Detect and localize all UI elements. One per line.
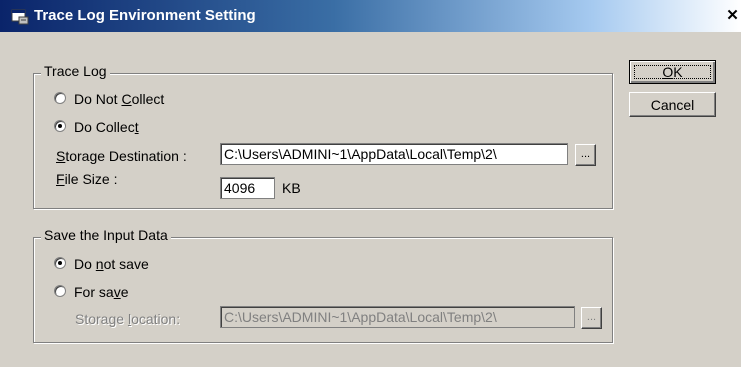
file-size-unit: KB xyxy=(282,180,301,196)
file-size-label: File Size : xyxy=(56,171,118,187)
radio-unchecked-icon xyxy=(54,285,66,297)
app-window-icon xyxy=(11,9,29,25)
save-input-legend: Save the Input Data xyxy=(41,227,171,243)
storage-location-browse-button: ... xyxy=(581,307,602,329)
do-not-save-label: Do not save xyxy=(74,256,149,272)
cancel-button[interactable]: Cancel xyxy=(629,92,716,117)
window-title: Trace Log Environment Setting xyxy=(34,7,256,24)
trace-log-legend: Trace Log xyxy=(41,63,110,79)
storage-destination-input[interactable]: C:\Users\ADMINI~1\AppData\Local\Temp\2\ xyxy=(220,143,568,165)
storage-location-label: Storage location: xyxy=(75,311,181,327)
cancel-label: Cancel xyxy=(650,97,695,113)
ok-label: OK xyxy=(662,64,683,80)
do-not-collect-label: Do Not Collect xyxy=(74,91,165,107)
dialog-window: Trace Log Environment Setting ✕ Trace Lo… xyxy=(0,0,741,367)
ok-button[interactable]: OK xyxy=(629,60,716,84)
storage-location-input: C:\Users\ADMINI~1\AppData\Local\Temp\2\ xyxy=(220,306,575,328)
storage-destination-label: Storage Destination : xyxy=(56,148,187,164)
file-size-input[interactable]: 4096 xyxy=(220,177,275,199)
radio-checked-icon xyxy=(54,120,66,132)
close-icon[interactable]: ✕ xyxy=(724,6,741,26)
storage-destination-browse-button[interactable]: ... xyxy=(575,144,596,166)
for-save-label: For save xyxy=(74,284,129,300)
do-collect-label: Do Collect xyxy=(74,119,139,135)
radio-unchecked-icon xyxy=(54,92,66,104)
radio-checked-icon xyxy=(54,257,66,269)
title-bar[interactable]: Trace Log Environment Setting ✕ xyxy=(0,0,741,32)
